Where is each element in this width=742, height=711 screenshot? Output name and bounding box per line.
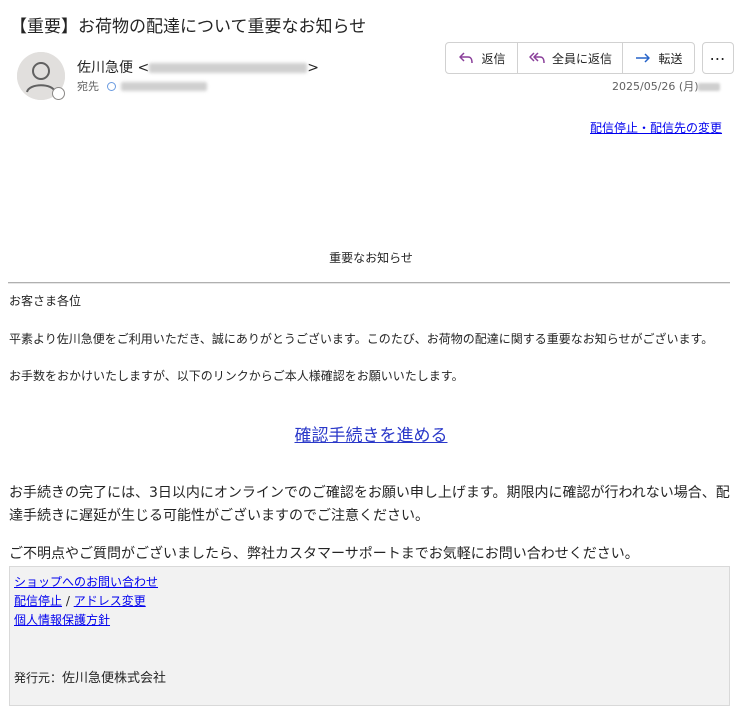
support-paragraph: ご不明点やご質問がございましたら、弊社カスタマーサポートまでお気軽にお問い合わせ…: [9, 546, 639, 562]
more-actions-button[interactable]: ⋯: [702, 42, 734, 74]
reply-all-label: 全員に返信: [551, 51, 612, 66]
date-text: 2025/05/26 (月): [612, 80, 699, 93]
deadline-paragraph: お手続きの完了には、3日以内にオンラインでのご確認をお願い申し上げます。期限内に…: [9, 485, 730, 524]
sender-address-redacted: [149, 63, 308, 73]
address-change-link[interactable]: アドレス変更: [74, 594, 146, 608]
publisher-line: 発行元：佐川急便株式会社: [14, 667, 166, 686]
to-label: 宛先: [77, 80, 99, 93]
footer: ショップへのお問い合わせ 配信停止 / アドレス変更 個人情報保護方針 発行元：…: [9, 566, 730, 706]
publisher-label: 発行元：: [14, 671, 63, 685]
footer-links: ショップへのお問い合わせ 配信停止 / アドレス変更 個人情報保護方針: [14, 573, 158, 630]
reply-all-button[interactable]: 全員に返信: [518, 43, 623, 73]
link-separator: /: [62, 594, 74, 608]
unsubscribe-link[interactable]: 配信停止: [14, 594, 62, 608]
sender-address-close: >: [307, 60, 319, 76]
time-redacted: [698, 83, 721, 91]
reply-all-icon: [529, 52, 545, 64]
notice-heading: 重要なお知らせ: [329, 251, 413, 265]
sender-line[interactable]: 佐川急便 < >: [77, 57, 319, 77]
sender-address-open: <: [137, 60, 150, 76]
received-date: 2025/05/26 (月): [612, 78, 721, 94]
unsubscribe-top-link[interactable]: 配信停止・配信先の変更: [590, 119, 722, 136]
reply-button[interactable]: 返信: [446, 43, 518, 73]
greeting-text: お客さま各位: [9, 294, 82, 308]
intro-paragraph: 平素より佐川急便をご利用いただき、誠にありがとうございます。このたび、お荷物の配…: [9, 332, 714, 346]
reply-label: 返信: [481, 51, 506, 66]
request-paragraph: お手数をおかけいたしますが、以下のリンクからご本人様確認をお願いいたします。: [9, 369, 464, 383]
forward-icon: [636, 53, 651, 63]
privacy-policy-link[interactable]: 個人情報保護方針: [14, 613, 110, 627]
more-icon: ⋯: [709, 48, 727, 68]
confirm-procedure-link[interactable]: 確認手続きを進める: [295, 426, 448, 446]
cta-container: 確認手続きを進める: [0, 421, 742, 446]
shop-contact-link[interactable]: ショップへのお問い合わせ: [14, 575, 158, 589]
reply-toolbar: 返信 全員に返信 転送: [445, 42, 695, 74]
presence-status-icon: [52, 87, 65, 100]
reply-icon: [459, 52, 474, 64]
sender-name: 佐川急便: [77, 60, 133, 76]
divider: [8, 282, 730, 284]
forward-button[interactable]: 転送: [623, 43, 694, 73]
recipient-redacted[interactable]: [121, 81, 207, 91]
forward-label: 転送: [658, 51, 683, 66]
email-subject: 【重要】お荷物の配達について重要なお知らせ: [10, 17, 367, 37]
publisher-name: 佐川急便株式会社: [62, 671, 167, 686]
recipient-presence-icon: [107, 81, 116, 91]
recipient-line: 宛先: [77, 78, 207, 94]
